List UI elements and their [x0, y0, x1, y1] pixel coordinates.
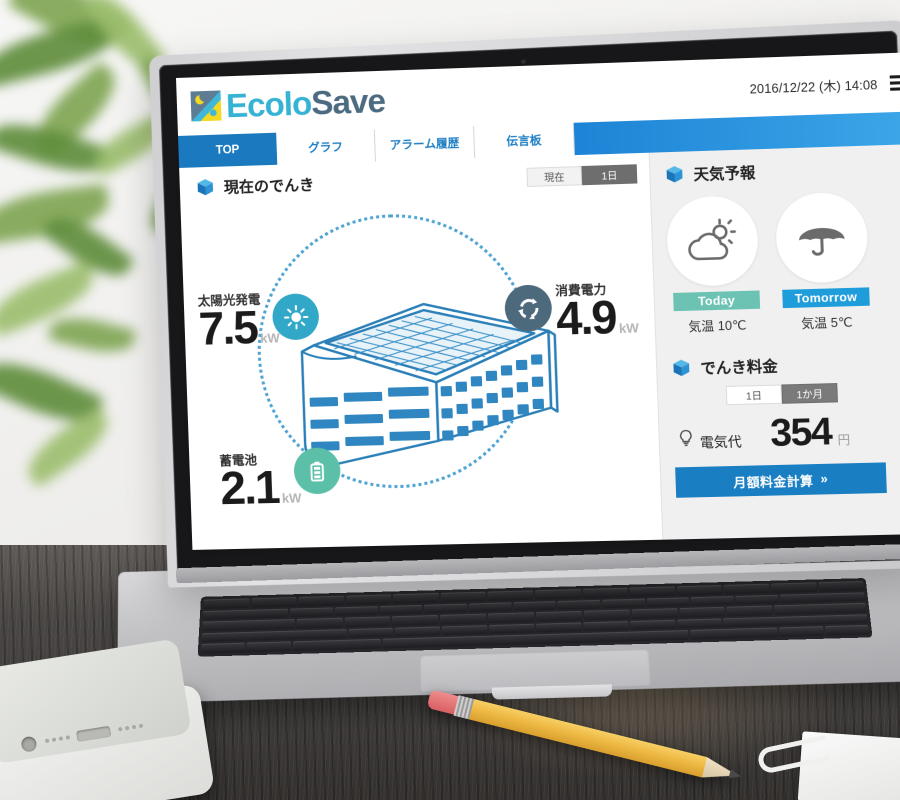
fee-range-day-button[interactable]: 1日: [725, 384, 783, 406]
umbrella-rain-icon: [774, 191, 869, 284]
tab-graph[interactable]: グラフ: [276, 129, 376, 165]
fee-header: でんき料金: [671, 351, 900, 379]
chevron-right-icon: »: [820, 471, 829, 487]
metric-battery: 蓄電池 2.1 kW: [219, 448, 302, 515]
lightbulb-icon: [678, 428, 694, 453]
tab-top[interactable]: TOP: [178, 132, 278, 168]
metric-solar-value-row: 7.5 kW: [198, 301, 281, 355]
hamburger-menu-icon[interactable]: [888, 72, 900, 92]
metric-consumption-unit: kW: [618, 320, 640, 337]
metric-battery-value-row: 2.1 kW: [219, 460, 302, 515]
blue-cube-icon: [671, 358, 691, 378]
fee-range-toggle: 1日 1か月: [725, 381, 900, 406]
monthly-fee-calc-label: 月額料金計算: [733, 473, 814, 490]
weather-title: 天気予報: [693, 164, 756, 184]
current-power-panel: 現在のでんき 現在 1日 太陽光発電 7.5 kW 消費電力 4.9 kW 蓄電…: [179, 152, 663, 550]
laptop-trackpad: [419, 648, 652, 692]
metric-solar: 太陽光発電 7.5 kW: [197, 288, 281, 355]
fee-amount-row: 電気代 354 円: [673, 410, 900, 455]
weather-day-today: Today 気温 10℃: [665, 194, 766, 336]
sidebar-panel: 天気予報 Today 気温 10℃ Tomorrow 気温 5℃ でんき料金 1…: [648, 144, 900, 540]
partly-cloudy-icon: [665, 194, 760, 287]
metric-consumption-value: 4.9: [555, 290, 617, 345]
pencil-lead: [729, 769, 743, 781]
header-right: 2016/12/22 (木) 14:08: [749, 72, 900, 97]
fee-unit: 円: [837, 432, 851, 448]
ecolosave-app: EcoloSave 2016/12/22 (木) 14:08 TOP グラフ ア…: [176, 52, 900, 550]
metric-battery-value: 2.1: [219, 460, 280, 515]
current-power-range-toggle: 現在 1日: [526, 164, 638, 187]
blue-cube-icon: [664, 165, 684, 185]
logo-text-eco: Ecolo: [225, 83, 312, 124]
blue-cube-icon: [196, 178, 216, 198]
weather-tag-tomorrow: Tomorrow: [782, 287, 870, 309]
weather-temp-tomorrow: 気温 5℃: [801, 315, 853, 332]
current-power-title: 現在のでんき: [223, 176, 315, 197]
app-content: 現在のでんき 現在 1日 太陽光発電 7.5 kW 消費電力 4.9 kW 蓄電…: [179, 144, 900, 550]
weather-day-tomorrow: Tomorrow 気温 5℃: [774, 191, 875, 332]
monthly-fee-calc-button[interactable]: 月額料金計算 »: [675, 462, 887, 498]
metric-consumption: 消費電力 4.9 kW: [555, 278, 640, 345]
logo-text: EcoloSave: [225, 81, 386, 124]
photo-scene: EcoloSave 2016/12/22 (木) 14:08 TOP グラフ ア…: [0, 0, 900, 800]
logo-text-save: Save: [310, 81, 386, 121]
metric-consumption-value-row: 4.9 kW: [555, 290, 640, 345]
tab-message-board[interactable]: 伝言板: [474, 122, 575, 159]
range-now-button[interactable]: 現在: [526, 166, 583, 187]
weather-tag-today: Today: [673, 290, 761, 312]
app-logo[interactable]: EcoloSave: [190, 81, 386, 124]
weather-forecast-list: Today 気温 10℃ Tomorrow 気温 5℃: [665, 190, 900, 336]
battery-icon: [293, 447, 342, 495]
sun-moon-logo-icon: [190, 90, 222, 122]
laptop-screen: EcoloSave 2016/12/22 (木) 14:08 TOP グラフ ア…: [176, 52, 900, 550]
range-day-button[interactable]: 1日: [581, 164, 638, 186]
fee-title: でんき料金: [700, 358, 779, 378]
tab-alarm-history[interactable]: アラーム履歴: [374, 126, 476, 162]
metric-solar-unit: kW: [259, 330, 281, 346]
fee-value: 354: [769, 410, 832, 455]
weather-temp-today: 気温 10℃: [688, 318, 747, 335]
power-diagram: 太陽光発電 7.5 kW 消費電力 4.9 kW 蓄電池 2.1 kW: [180, 184, 662, 539]
datetime-display: 2016/12/22 (木) 14:08: [749, 77, 878, 97]
metric-battery-unit: kW: [281, 490, 302, 506]
metric-solar-value: 7.5: [197, 300, 258, 355]
weather-header: 天気予報: [664, 156, 900, 185]
webcam-icon: [520, 59, 527, 65]
fee-label: 電気代: [699, 434, 742, 451]
smartphone: [0, 638, 216, 800]
fee-range-month-button[interactable]: 1か月: [781, 383, 838, 404]
